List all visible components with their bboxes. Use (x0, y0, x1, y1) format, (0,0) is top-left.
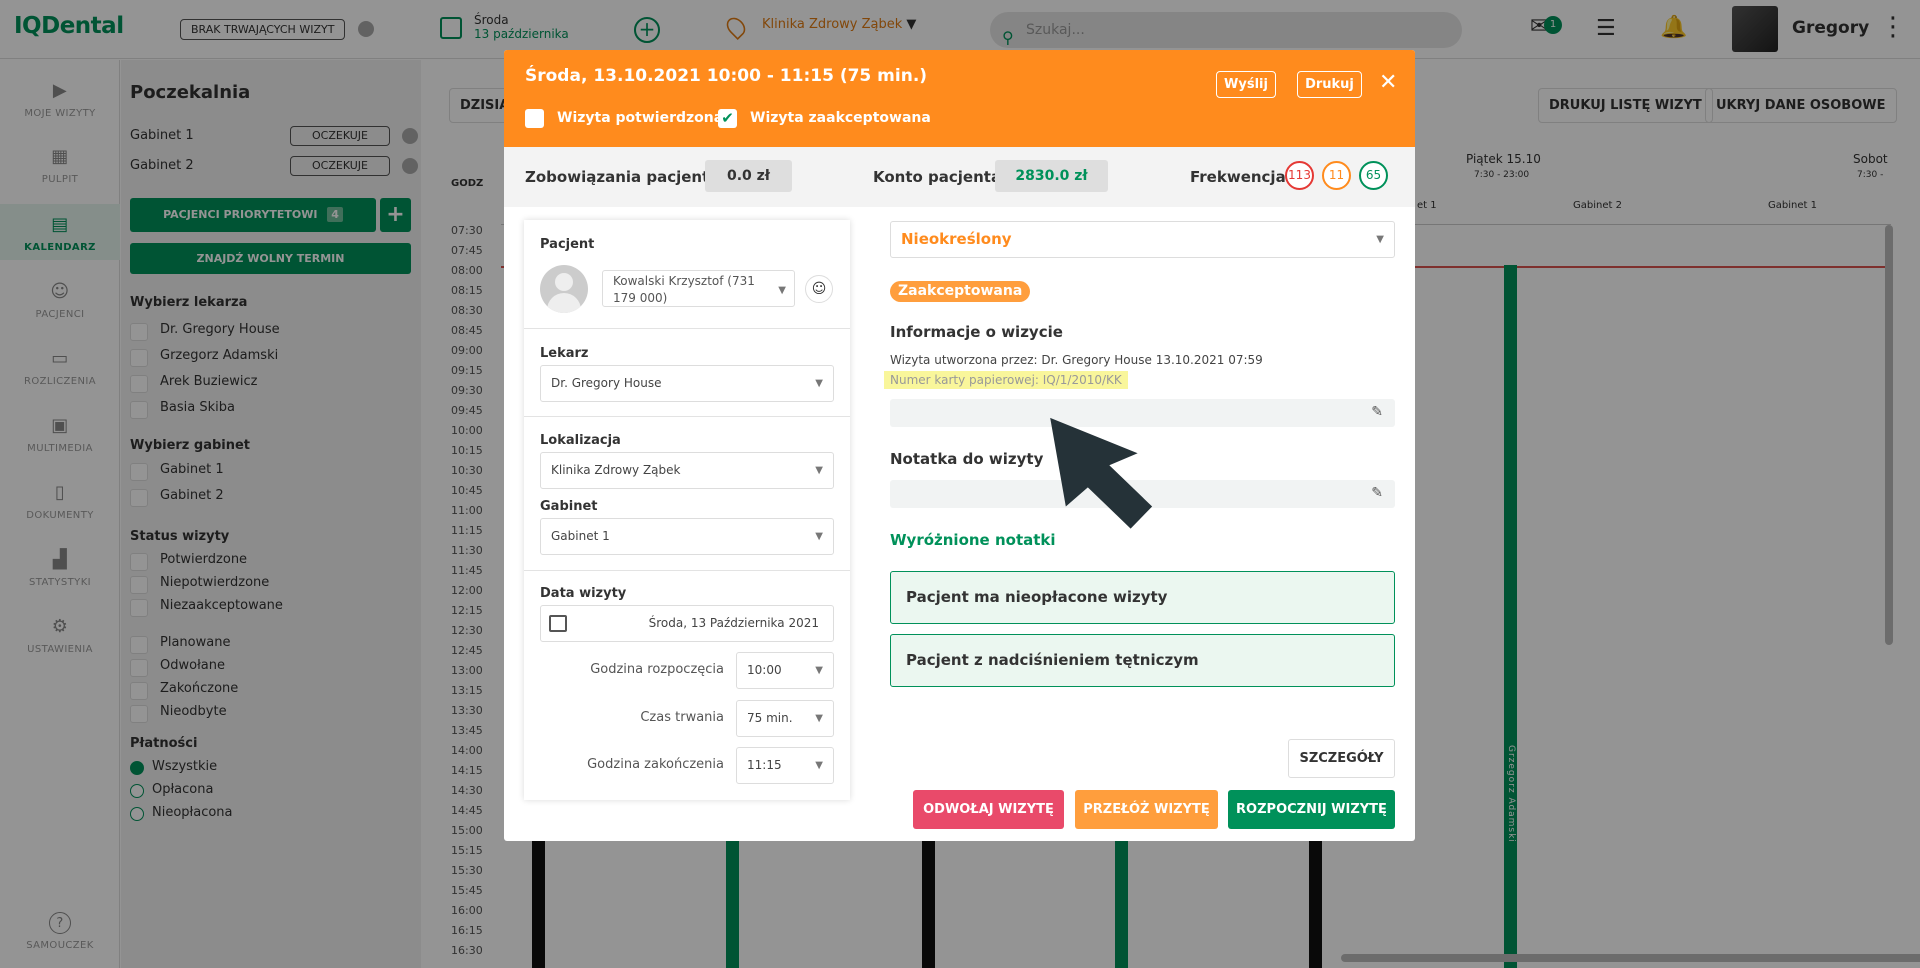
chevron-down-icon: ▼ (815, 760, 823, 771)
doctor-label: Lekarz (540, 346, 589, 361)
visit-details-card: Pacjent Kowalski Krzysztof (731 179 000)… (524, 220, 850, 800)
chevron-down-icon: ▼ (815, 465, 823, 476)
visit-type-select[interactable]: Nieokreślony ▼ (890, 221, 1395, 258)
details-button[interactable]: SZCZEGÓŁY (1288, 739, 1395, 778)
end-time-label: Godzina zakończenia (587, 757, 724, 772)
print-button[interactable]: Drukuj (1297, 71, 1362, 98)
start-time-select[interactable]: 10:00 ▼ (736, 652, 834, 689)
featured-notes-title: Wyróżnione notatki (890, 531, 1056, 549)
visit-created-by: Wizyta utworzona przez: Dr. Gregory Hous… (890, 353, 1263, 367)
duration-label: Czas trwania (640, 710, 724, 725)
patient-label: Pacjent (540, 237, 595, 252)
patient-avatar (540, 265, 588, 313)
date-value: Środa, 13 Października 2021 (648, 616, 819, 630)
start-visit-button[interactable]: ROZPOCZNIJ WIZYTĘ (1228, 790, 1395, 829)
chevron-down-icon: ▼ (815, 665, 823, 676)
paper-card-number: Numer karty papierowej: IQ/1/2010/KK (884, 371, 1128, 389)
start-time-label: Godzina rozpoczęcia (590, 662, 724, 677)
location-select[interactable]: Klinika Zdrowy Ząbek ▼ (540, 452, 834, 489)
reschedule-visit-button[interactable]: PRZEŁÓŻ WIZYTĘ (1075, 790, 1218, 829)
account-value: 2830.0 zł (995, 160, 1108, 192)
room-select[interactable]: Gabinet 1 ▼ (540, 518, 834, 555)
end-time-select[interactable]: 11:15 ▼ (736, 747, 834, 784)
divider (524, 328, 850, 329)
chevron-down-icon: ▼ (778, 285, 786, 296)
date-picker[interactable]: Środa, 13 Października 2021 (540, 605, 834, 642)
featured-note[interactable]: Pacjent z nadciśnieniem tętniczym (890, 634, 1395, 687)
attendance-cancelled-badge: 11 (1322, 161, 1351, 190)
checkbox-label: Wizyta zaakceptowana (750, 110, 931, 126)
visit-modal: Środa, 13.10.2021 10:00 - 11:15 (75 min.… (504, 50, 1415, 841)
status-badge: Zaakceptowana (890, 281, 1031, 302)
check-icon: ✔ (718, 109, 737, 128)
visit-type-value: Nieokreślony (901, 230, 1012, 248)
close-icon[interactable]: ✕ (1379, 70, 1397, 95)
account-label: Konto pacjenta (873, 168, 1002, 186)
annotation-arrow-icon (1050, 417, 1153, 529)
visit-accepted-checkbox[interactable]: ✔ Wizyta zaakceptowana (718, 109, 931, 128)
patient-profile-icon[interactable]: ☺ (805, 275, 833, 303)
visit-note-title: Notatka do wizyty (890, 450, 1044, 468)
visit-info-title: Informacje o wizycie (890, 323, 1063, 341)
chevron-down-icon: ▼ (815, 531, 823, 542)
patient-value: Kowalski Krzysztof (731 179 000) (613, 274, 755, 305)
end-time-value: 11:15 (747, 758, 782, 772)
modal-title: Środa, 13.10.2021 10:00 - 11:15 (75 min.… (525, 66, 928, 86)
featured-note[interactable]: Pacjent ma nieopłacone wizyty (890, 571, 1395, 624)
pencil-icon[interactable]: ✎ (1371, 404, 1383, 420)
visit-confirmed-checkbox[interactable]: Wizyta potwierdzona (525, 109, 724, 128)
attendance-attended-badge: 65 (1359, 161, 1388, 190)
pencil-icon[interactable]: ✎ (1371, 485, 1383, 501)
duration-value: 75 min. (747, 711, 793, 725)
attendance-label: Frekwencja (1190, 168, 1286, 186)
location-label: Lokalizacja (540, 433, 621, 448)
chevron-down-icon: ▼ (815, 713, 823, 724)
calendar-icon (549, 615, 567, 632)
doctor-select[interactable]: Dr. Gregory House ▼ (540, 365, 834, 402)
divider (524, 570, 850, 571)
divider (524, 416, 850, 417)
cancel-visit-button[interactable]: ODWOŁAJ WIZYTĘ (913, 790, 1064, 829)
checkbox-label: Wizyta potwierdzona (557, 110, 724, 126)
doctor-value: Dr. Gregory House (551, 376, 662, 390)
send-button[interactable]: Wyślij (1216, 71, 1276, 98)
modal-header: Środa, 13.10.2021 10:00 - 11:15 (75 min.… (504, 50, 1415, 147)
start-time-value: 10:00 (747, 663, 782, 677)
room-label: Gabinet (540, 499, 598, 514)
date-label: Data wizyty (540, 586, 627, 601)
chevron-down-icon: ▼ (1376, 234, 1384, 245)
attendance-missed-badge: 113 (1285, 161, 1314, 190)
patient-summary-strip: Zobowiązania pacjenta 0.0 zł Konto pacje… (504, 147, 1415, 207)
room-value: Gabinet 1 (551, 529, 610, 543)
obligations-label: Zobowiązania pacjenta (525, 168, 720, 186)
chevron-down-icon: ▼ (815, 378, 823, 389)
location-value: Klinika Zdrowy Ząbek (551, 463, 681, 477)
checkbox-box (525, 109, 544, 128)
obligations-value: 0.0 zł (705, 160, 792, 192)
duration-select[interactable]: 75 min. ▼ (736, 700, 834, 737)
patient-select[interactable]: Kowalski Krzysztof (731 179 000) ▼ (602, 270, 795, 307)
